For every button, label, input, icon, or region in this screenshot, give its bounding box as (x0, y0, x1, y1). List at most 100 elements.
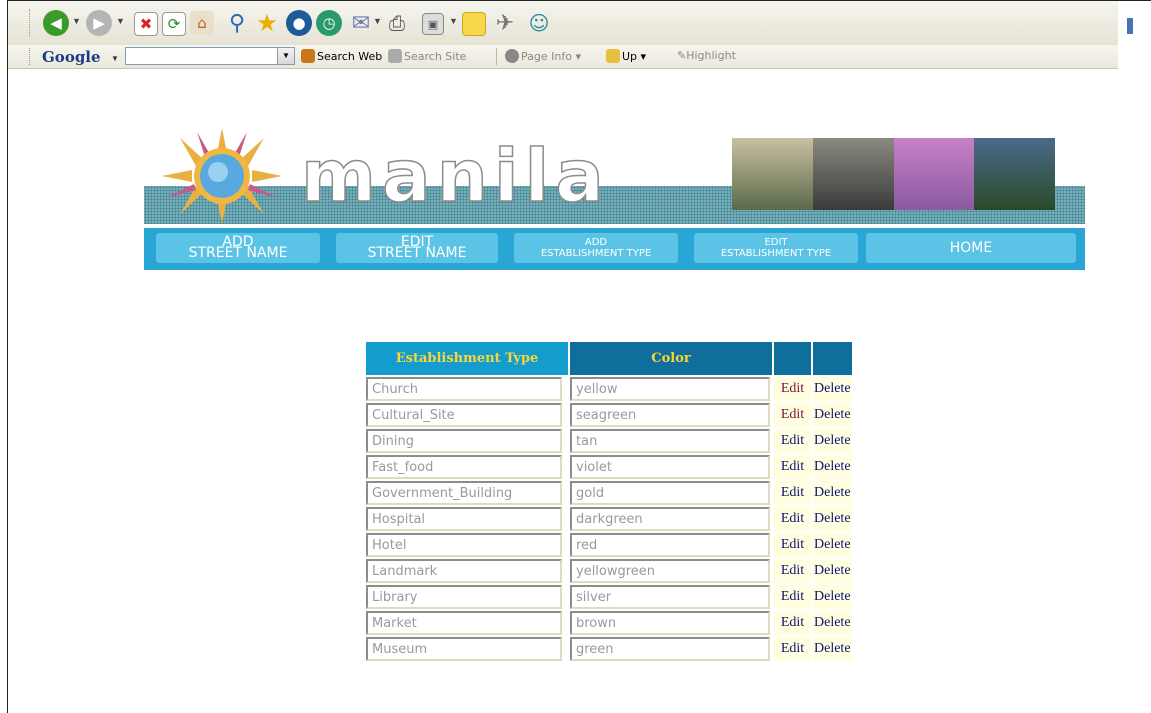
color-field[interactable]: gold (570, 481, 770, 505)
google-menu-dropdown-icon[interactable]: ▼ (111, 54, 119, 63)
notes-icon[interactable] (462, 12, 486, 36)
color-field[interactable]: darkgreen (570, 507, 770, 531)
table-row: Landmark yellowgreen Edit Delete (366, 559, 852, 583)
delete-cell: Delete (813, 637, 852, 661)
color-cell: yellow (570, 377, 772, 401)
history-icon[interactable]: ◷ (316, 10, 342, 36)
color-field[interactable]: yellowgreen (570, 559, 770, 583)
establishment-type-field[interactable]: Dining (366, 429, 562, 453)
up-button[interactable]: Up ▾ (606, 49, 646, 63)
table-body: Church yellow Edit Delete Cultural_Site seagr… (366, 377, 852, 661)
edit-link[interactable]: Edit (781, 641, 804, 656)
print-icon[interactable]: ⎙ (384, 10, 410, 36)
establishment-type-table: Establishment Type Color Church yellow Edi… (364, 340, 854, 663)
edit-link[interactable]: Edit (781, 537, 804, 552)
edit-link[interactable]: Edit (781, 511, 804, 526)
google-logo[interactable]: Google (42, 48, 101, 66)
delete-link[interactable]: Delete (814, 485, 851, 500)
refresh-icon[interactable]: ⟳ (162, 12, 186, 36)
google-search-input[interactable]: ▼ (125, 47, 295, 65)
search-history-dropdown-icon[interactable]: ▼ (277, 48, 294, 64)
search-web-button[interactable]: Search Web (301, 49, 382, 63)
establishment-type-field[interactable]: Hotel (366, 533, 562, 557)
establishment-type-field[interactable]: Cultural_Site (366, 403, 562, 427)
edit-link[interactable]: Edit (781, 381, 804, 396)
color-field[interactable]: red (570, 533, 770, 557)
edit-street-name-button[interactable]: EDIT STREET NAME (336, 233, 498, 263)
delete-link[interactable]: Delete (814, 615, 851, 630)
home-icon[interactable]: ⌂ (190, 11, 214, 35)
manila-logo-text: manila (300, 133, 610, 219)
mail-dropdown-icon[interactable]: ▼ (373, 16, 382, 26)
page-info-button[interactable]: Page Info ▾ (505, 49, 581, 63)
color-field[interactable]: brown (570, 611, 770, 635)
edit-link[interactable]: Edit (781, 589, 804, 604)
establishment-type-field[interactable]: Landmark (366, 559, 562, 583)
establishment-type-field[interactable]: Market (366, 611, 562, 635)
color-cell: gold (570, 481, 772, 505)
type-cell: Church (366, 377, 568, 401)
back-dropdown-icon[interactable]: ▼ (72, 16, 81, 26)
stop-icon[interactable]: ✖ (134, 12, 158, 36)
color-field[interactable]: seagreen (570, 403, 770, 427)
toolbar-grip[interactable] (29, 48, 33, 65)
color-field[interactable]: violet (570, 455, 770, 479)
highlight-button[interactable]: ✎Highlight (677, 49, 736, 62)
mail-icon[interactable]: ✉ (348, 10, 374, 36)
edit-link[interactable]: Edit (781, 485, 804, 500)
delete-link[interactable]: Delete (814, 381, 851, 396)
type-cell: Landmark (366, 559, 568, 583)
edit-link[interactable]: Edit (781, 615, 804, 630)
header-delete (813, 342, 852, 375)
edit-link[interactable]: Edit (781, 433, 804, 448)
search-site-button[interactable]: Search Site (388, 49, 466, 63)
delete-link[interactable]: Delete (814, 433, 851, 448)
color-field[interactable]: tan (570, 429, 770, 453)
edit-link[interactable]: Edit (781, 459, 804, 474)
color-cell: red (570, 533, 772, 557)
establishment-type-field[interactable]: Government_Building (366, 481, 562, 505)
edit-icon[interactable]: ▣ (422, 13, 444, 35)
forward-dropdown-icon[interactable]: ▼ (116, 16, 125, 26)
forward-icon[interactable]: ▶ (86, 10, 112, 36)
establishment-type-field[interactable]: Church (366, 377, 562, 401)
color-field[interactable]: silver (570, 585, 770, 609)
page-info-label: Page Info (521, 50, 572, 63)
edit-link[interactable]: Edit (781, 407, 804, 422)
edit-link[interactable]: Edit (781, 563, 804, 578)
color-field[interactable]: green (570, 637, 770, 661)
home-button[interactable]: HOME (866, 233, 1076, 263)
table-row: Government_Building gold Edit Delete (366, 481, 852, 505)
messenger-icon[interactable]: ✈ (492, 10, 518, 36)
toolbar-grip[interactable] (29, 9, 33, 37)
establishment-type-field[interactable]: Library (366, 585, 562, 609)
main-nav: ADD STREET NAME EDIT STREET NAME ADD EST… (144, 228, 1085, 270)
add-establishment-type-button[interactable]: ADD ESTABLISHMENT TYPE (514, 233, 678, 263)
delete-link[interactable]: Delete (814, 537, 851, 552)
toolbar-overflow-icon[interactable] (1127, 18, 1133, 34)
contacts-icon[interactable]: ☺ (526, 10, 552, 36)
delete-link[interactable]: Delete (814, 641, 851, 656)
delete-link[interactable]: Delete (814, 459, 851, 474)
edit-cell: Edit (774, 403, 811, 427)
delete-link[interactable]: Delete (814, 563, 851, 578)
color-field[interactable]: yellow (570, 377, 770, 401)
edit-establishment-type-button[interactable]: EDIT ESTABLISHMENT TYPE (694, 233, 858, 263)
establishment-type-field[interactable]: Hospital (366, 507, 562, 531)
nav-label-line2: ESTABLISHMENT TYPE (540, 248, 652, 259)
add-street-name-button[interactable]: ADD STREET NAME (156, 233, 320, 263)
establishment-type-field[interactable]: Fast_food (366, 455, 562, 479)
highlight-label: Highlight (686, 49, 736, 62)
color-cell: seagreen (570, 403, 772, 427)
type-cell: Museum (366, 637, 568, 661)
delete-link[interactable]: Delete (814, 407, 851, 422)
delete-link[interactable]: Delete (814, 511, 851, 526)
edit-dropdown-icon[interactable]: ▼ (449, 16, 458, 26)
favorites-icon[interactable]: ★ (254, 9, 280, 37)
establishment-type-field[interactable]: Museum (366, 637, 562, 661)
media-icon[interactable]: ● (286, 10, 312, 36)
search-icon[interactable]: ⚲ (224, 10, 250, 36)
delete-link[interactable]: Delete (814, 589, 851, 604)
delete-cell: Delete (813, 507, 852, 531)
back-icon[interactable]: ◀ (43, 10, 69, 36)
